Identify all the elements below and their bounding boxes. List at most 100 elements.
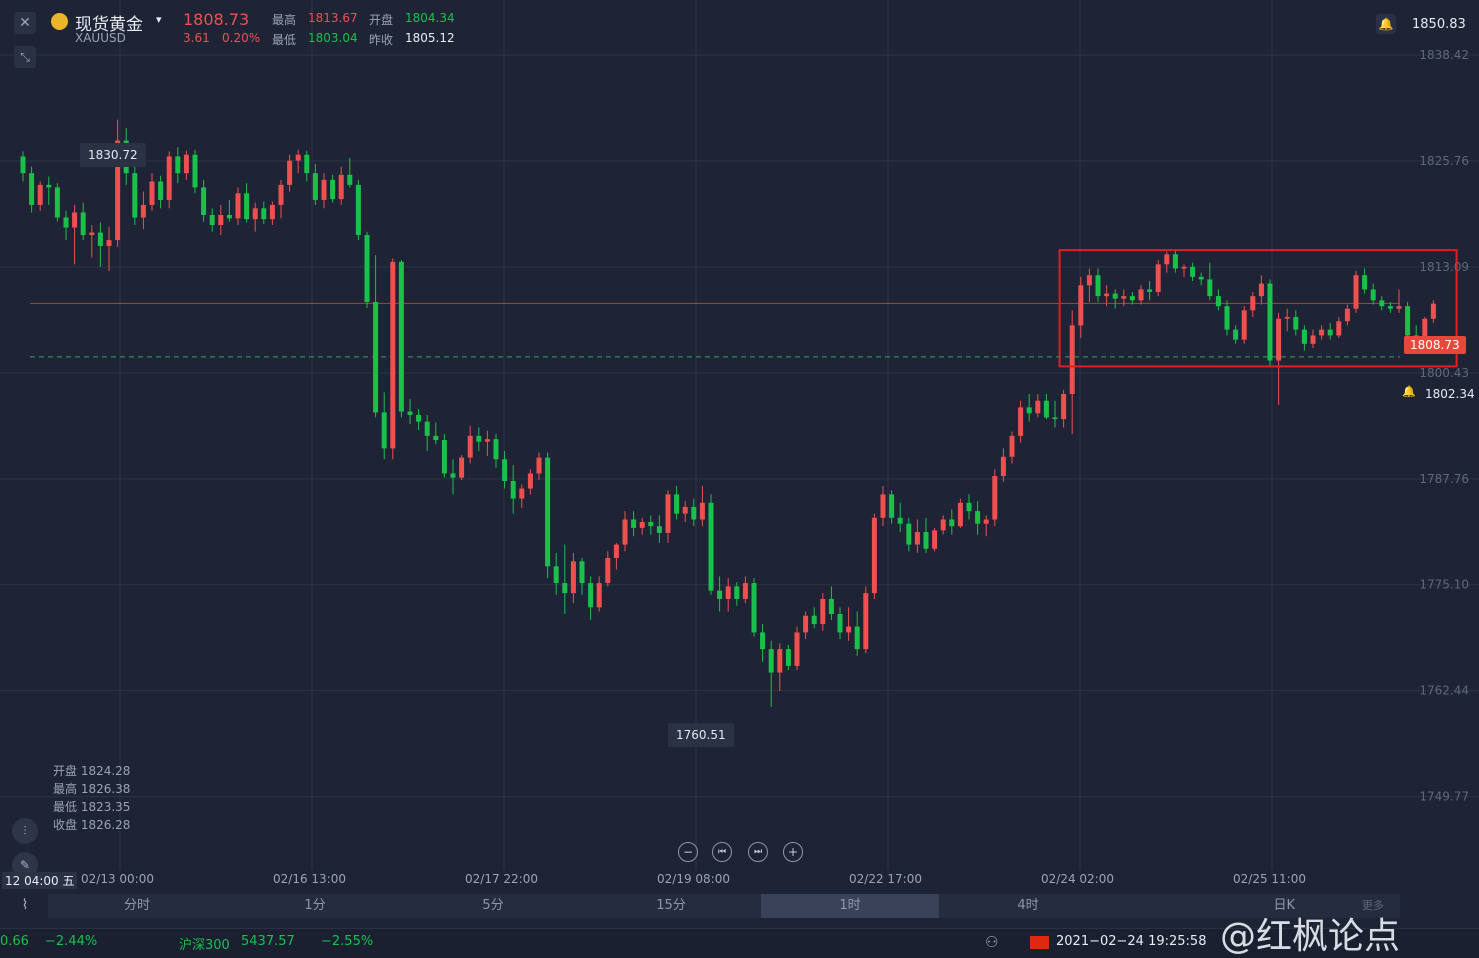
candle-body <box>588 583 594 608</box>
candle-body <box>975 511 981 524</box>
candle-body <box>674 494 680 514</box>
candle-body <box>29 173 35 205</box>
candle-body <box>1043 400 1049 418</box>
candle-body <box>639 522 645 528</box>
candle-body <box>846 626 852 633</box>
candle-body <box>218 214 224 226</box>
bell-icon[interactable]: 🔔 <box>1376 14 1396 34</box>
last-price: 1808.73 <box>183 10 250 29</box>
candle <box>390 258 396 460</box>
candle-body <box>1387 306 1393 309</box>
candle-body <box>1370 289 1376 301</box>
skip-start-button[interactable]: ⏮ <box>712 842 732 862</box>
candle-body <box>347 174 353 185</box>
candle-body <box>287 160 293 185</box>
prev-close-value: 1805.12 <box>405 31 455 45</box>
candle-body <box>1233 329 1239 340</box>
period-high-marker: 1830.72 <box>80 143 146 167</box>
candle-body <box>691 506 697 520</box>
candle-body <box>390 261 396 449</box>
candle-body <box>828 598 834 615</box>
ohlc-high: 最高 1826.38 <box>53 782 131 796</box>
network-icon[interactable]: ⚇ <box>985 933 998 951</box>
candle-body <box>1061 394 1067 420</box>
candle-body <box>235 193 241 219</box>
candle-body <box>545 457 551 567</box>
candle-body <box>656 526 662 533</box>
low-value: 1803.04 <box>308 31 358 45</box>
candle-body <box>1396 306 1402 309</box>
candle-body <box>20 156 26 174</box>
price-change-pct: 0.20% <box>222 31 261 45</box>
ohlc-open: 开盘 1824.28 <box>53 764 131 778</box>
chart-type-icon[interactable]: ⌇ <box>12 893 38 917</box>
period-tab[interactable]: 4时 <box>939 894 1117 918</box>
alert-line-tag[interactable]: 1802.34 <box>1419 385 1479 403</box>
candle-body <box>1138 289 1144 301</box>
candle-body <box>459 457 465 478</box>
candle-body <box>596 583 602 608</box>
y-tick-label: 1813.09 <box>1419 260 1469 274</box>
skip-end-button[interactable]: ⏭ <box>748 842 768 862</box>
alert-bell-icon[interactable]: 🔔 <box>1402 385 1416 398</box>
x-tick: 02/22 17:00 <box>849 872 922 886</box>
candle-body <box>252 208 258 220</box>
candle-body <box>553 566 559 584</box>
ticker-pct: −2.44% <box>45 934 98 949</box>
candle-body <box>269 204 275 220</box>
candle-body <box>1086 275 1092 286</box>
y-tick-label: 1838.42 <box>1419 48 1469 62</box>
candle-body <box>648 522 654 527</box>
ohlc-low: 最低 1823.35 <box>53 800 131 814</box>
index-pct: −2.55% <box>321 934 374 949</box>
candle-body <box>1224 306 1230 330</box>
candle-body <box>983 519 989 524</box>
candlestick-chart[interactable]: 1838.42 1825.76 1813.09 1800.43 1787.76 1775.… <box>0 0 1479 870</box>
period-tab-active[interactable]: 1时 <box>761 894 939 918</box>
candle-body <box>1009 435 1015 457</box>
candle <box>545 452 551 579</box>
candle-body <box>1164 254 1170 265</box>
current-price-tag: 1808.73 <box>1404 336 1466 354</box>
zoom-in-button[interactable]: + <box>783 842 803 862</box>
candle <box>1267 279 1273 368</box>
candle-body <box>106 240 112 246</box>
candle-body <box>527 473 533 489</box>
candle-body <box>1147 289 1153 292</box>
x-tick: 02/13 00:00 <box>81 872 154 886</box>
y-tick-label: 1787.76 <box>1419 472 1469 486</box>
candle-body <box>338 174 344 200</box>
candle-body <box>1181 266 1187 269</box>
index-name[interactable]: 沪深300 <box>179 934 230 953</box>
candle-body <box>682 506 688 514</box>
indicator-icon[interactable]: ⫶ <box>12 818 38 844</box>
candle-body <box>278 184 284 205</box>
candle <box>932 527 938 552</box>
candle-body <box>1405 306 1411 336</box>
zoom-out-button[interactable]: − <box>678 842 698 862</box>
candle-body <box>932 530 938 549</box>
candle-body <box>244 193 250 220</box>
period-tab[interactable]: 5分 <box>404 894 582 918</box>
candle-body <box>1207 279 1213 297</box>
period-tab[interactable]: 1分 <box>226 894 404 918</box>
alert-price[interactable]: 1850.83 <box>1412 17 1466 32</box>
prev-close-label: 昨收 <box>369 33 394 47</box>
candle-body <box>1198 276 1204 280</box>
candle-body <box>304 154 310 174</box>
candle-body <box>1018 407 1024 436</box>
period-tab[interactable]: 分时 <box>48 894 226 918</box>
candle-body <box>355 184 361 236</box>
candle-body <box>665 494 671 533</box>
candle-body <box>183 154 189 174</box>
candle-body <box>209 214 215 226</box>
candle-body <box>493 439 499 460</box>
close-icon[interactable]: ✕ <box>14 12 36 34</box>
chevron-down-icon[interactable]: ▾ <box>156 13 162 26</box>
shrink-icon[interactable]: ⤡ <box>14 46 36 68</box>
candle-body <box>364 235 370 302</box>
period-tab[interactable]: 15分 <box>582 894 760 918</box>
candle-body <box>166 156 172 200</box>
candle <box>166 151 172 209</box>
candle <box>54 183 60 222</box>
